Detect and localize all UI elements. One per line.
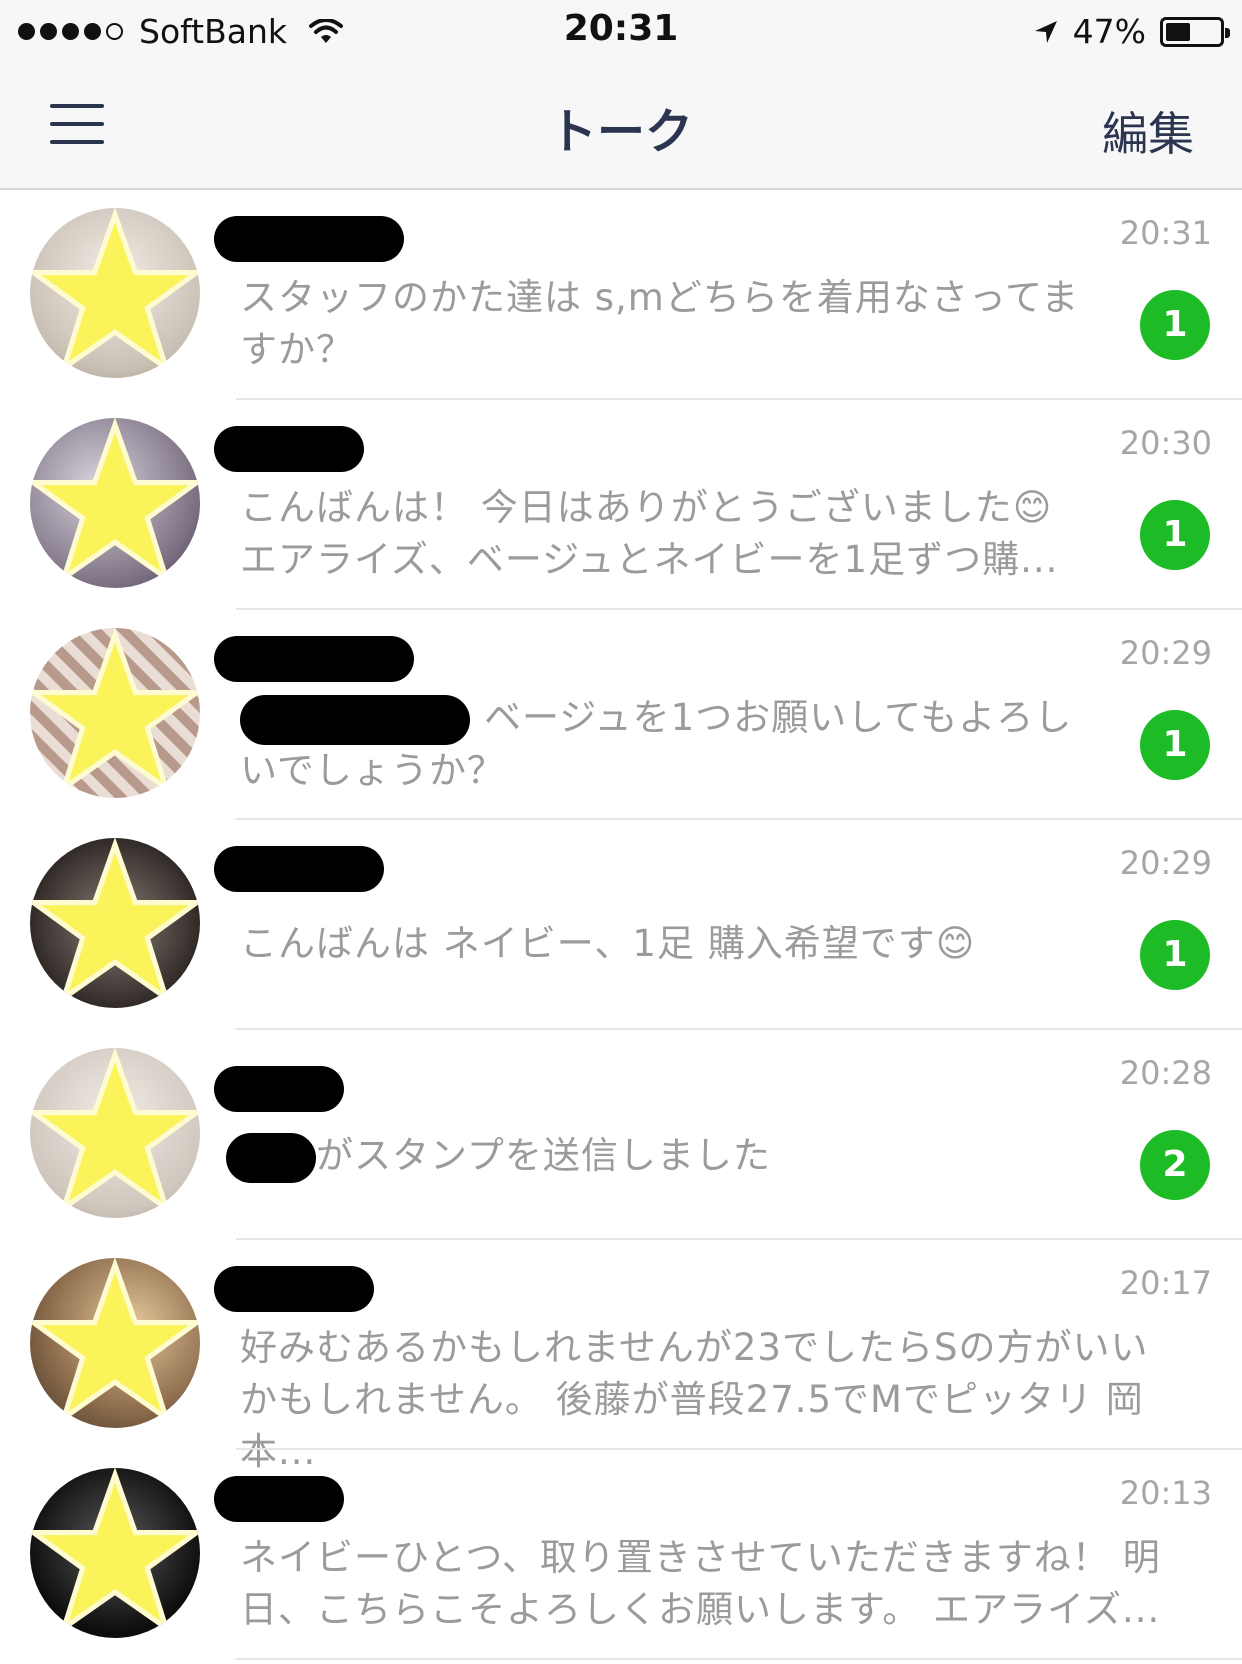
redacted-name xyxy=(214,1066,344,1112)
star-icon xyxy=(30,1048,200,1215)
unread-badge: 1 xyxy=(1140,710,1210,780)
chat-row[interactable]: 20:29 こんばんは ネイビー、1足 購入希望です😊 1 xyxy=(0,820,1242,1030)
star-icon xyxy=(30,418,200,585)
redacted-name xyxy=(214,636,414,682)
signal-indicator: SoftBank xyxy=(18,12,344,51)
menu-icon[interactable] xyxy=(50,104,104,144)
signal-strength-icon xyxy=(18,23,123,40)
chat-row[interactable]: 20:29 ベージュを1つお願いしてもよろしいでしょうか？ 1 xyxy=(0,610,1242,820)
chat-preview-text: がスタンプを送信しました xyxy=(316,1134,771,1177)
page-title: トーク xyxy=(548,104,693,160)
star-icon xyxy=(30,838,200,1005)
chat-list: 20:31 スタッフのかた達は s,mどちらを着用なさってますか？ 1 20:3… xyxy=(0,190,1242,1660)
chat-row[interactable]: 20:17 好みむあるかもしれませんが23でしたらSの方がいいかもしれません。 … xyxy=(0,1240,1242,1473)
battery-icon xyxy=(1160,16,1230,47)
edit-button[interactable]: 編集 xyxy=(1102,98,1194,164)
battery-percent: 47% xyxy=(1072,12,1146,51)
redacted-name xyxy=(214,1266,374,1312)
unread-badge: 1 xyxy=(1140,920,1210,990)
unread-badge: 1 xyxy=(1140,290,1210,360)
chat-preview: ベージュを1つお願いしてもよろしいでしょうか？ xyxy=(240,692,1080,797)
star-icon xyxy=(30,1468,200,1635)
avatar xyxy=(30,418,200,588)
chat-time: 20:17 xyxy=(1119,1264,1212,1302)
chat-preview: スタッフのかた達は s,mどちらを着用なさってますか？ xyxy=(240,276,1080,371)
chat-preview: がスタンプを送信しました xyxy=(226,1130,1066,1183)
chat-preview: こんばんは！ 今日はありがとうございました😊 エアライズ、ベージュとネイビーを1… xyxy=(240,486,1059,581)
redacted-text xyxy=(240,694,470,745)
nav-bar: トーク 編集 xyxy=(0,62,1242,190)
status-bar: SoftBank 20:31 47% xyxy=(0,0,1242,62)
chat-time: 20:29 xyxy=(1119,844,1212,882)
carrier-name: SoftBank xyxy=(139,12,288,51)
avatar xyxy=(30,628,200,798)
redacted-name xyxy=(214,1476,344,1522)
unread-badge: 1 xyxy=(1140,500,1210,570)
redacted-text xyxy=(226,1132,316,1183)
chat-time: 20:31 xyxy=(1119,214,1212,252)
chat-row[interactable]: 20:30 こんばんは！ 今日はありがとうございました😊 エアライズ、ベージュと… xyxy=(0,400,1242,610)
wifi-icon xyxy=(309,18,344,43)
chat-time: 20:29 xyxy=(1119,634,1212,672)
avatar xyxy=(30,1258,200,1428)
unread-badge: 2 xyxy=(1140,1130,1210,1200)
star-icon xyxy=(30,208,200,375)
avatar xyxy=(30,1468,200,1638)
chat-row[interactable]: 20:13 ネイビーひとつ、取り置きさせていただきますね！ 明日、こちらこそよろ… xyxy=(0,1450,1242,1660)
avatar xyxy=(30,838,200,1008)
avatar xyxy=(30,1048,200,1218)
chat-row[interactable]: 20:28 がスタンプを送信しました 2 xyxy=(0,1030,1242,1240)
redacted-name xyxy=(214,216,404,262)
star-icon xyxy=(30,628,200,795)
location-arrow-icon xyxy=(1034,20,1057,43)
chat-time: 20:28 xyxy=(1119,1054,1212,1092)
chat-preview: ネイビーひとつ、取り置きさせていただきますね！ 明日、こちらこそよろしくお願いし… xyxy=(240,1536,1161,1631)
redacted-name xyxy=(214,426,364,472)
chat-time: 20:13 xyxy=(1119,1474,1212,1512)
avatar xyxy=(30,208,200,378)
chat-row[interactable]: 20:31 スタッフのかた達は s,mどちらを着用なさってますか？ 1 xyxy=(0,190,1242,400)
chat-time: 20:30 xyxy=(1119,424,1212,462)
chat-preview: こんばんは ネイビー、1足 購入希望です😊 xyxy=(240,922,976,965)
redacted-name xyxy=(214,846,384,892)
star-icon xyxy=(30,1258,200,1425)
